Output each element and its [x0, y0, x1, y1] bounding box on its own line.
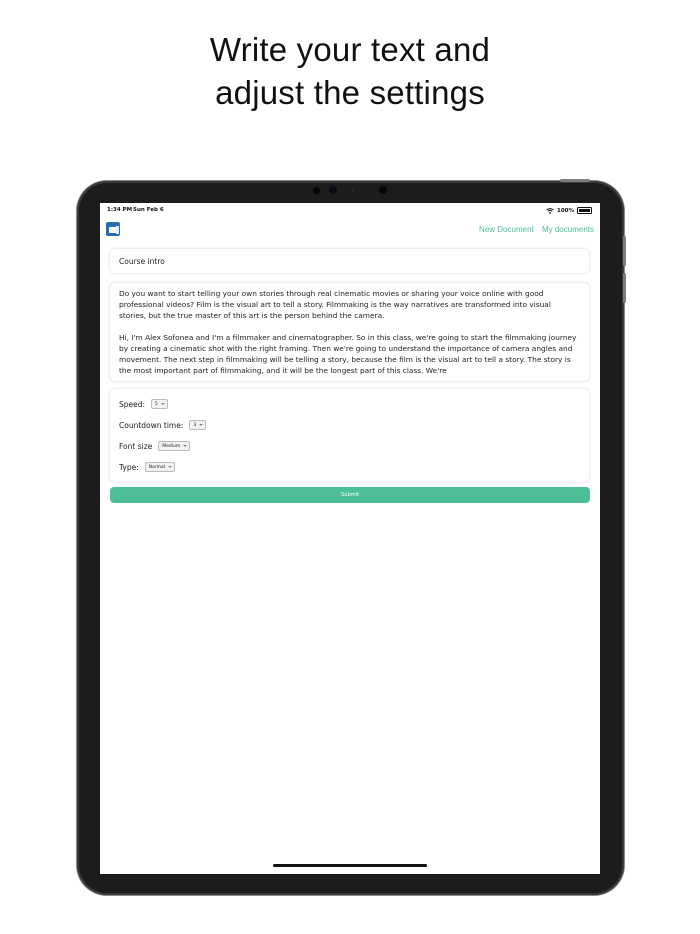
type-select-value: Normal [148, 464, 166, 470]
home-indicator[interactable] [273, 864, 427, 867]
settings-panel: Speed: 5 Countdown time: 3 Font size Med… [110, 389, 589, 482]
text-paragraph-1: Do you want to start telling your own st… [119, 289, 551, 320]
countdown-label: Countdown time: [119, 420, 184, 430]
font-size-label: Font size [119, 441, 153, 451]
status-date: Sun Feb 6 [133, 207, 164, 213]
app-logo-icon[interactable] [106, 222, 120, 236]
type-label: Type: [119, 462, 139, 472]
wifi-icon [546, 207, 554, 214]
volume-up-button [623, 236, 626, 266]
submit-button[interactable]: Submit [110, 487, 590, 503]
status-right: 100% [546, 207, 592, 214]
speed-row: Speed: 5 [119, 399, 168, 409]
type-select[interactable]: Normal [144, 462, 176, 472]
power-button [560, 179, 590, 182]
type-row: Type: Normal [119, 462, 176, 472]
chevron-down-icon [168, 466, 173, 468]
chevron-down-icon [160, 403, 165, 405]
chevron-down-icon [199, 424, 204, 426]
my-documents-link[interactable]: My documents [542, 225, 594, 234]
headline-line-2: adjust the settings [215, 74, 485, 111]
new-document-link[interactable]: New Document [479, 225, 534, 234]
speed-select[interactable]: 5 [151, 399, 168, 409]
front-camera-icon [329, 186, 337, 194]
app-screen: 1:34 PM Sun Feb 6 100% New Document My d… [100, 203, 600, 874]
headline-line-1: Write your text and [209, 31, 491, 68]
battery-percent: 100% [557, 207, 574, 214]
countdown-row: Countdown time: 3 [119, 420, 207, 430]
font-size-select[interactable]: Medium [158, 441, 191, 451]
countdown-select[interactable]: 3 [189, 420, 207, 430]
top-nav: New Document My documents [473, 225, 594, 234]
indicator-dot [351, 189, 354, 192]
sensor-icon [313, 187, 320, 194]
status-bar: 1:34 PM Sun Feb 6 100% [100, 207, 600, 217]
font-size-row: Font size Medium [119, 441, 191, 451]
sensor-icon [379, 186, 387, 194]
speed-label: Speed: [119, 399, 146, 409]
font-size-select-value: Medium [162, 443, 181, 449]
volume-down-button [623, 273, 626, 303]
document-text-area[interactable]: Do you want to start telling your own st… [110, 283, 589, 381]
speed-select-value: 5 [155, 401, 158, 407]
battery-icon [577, 207, 592, 214]
status-time: 1:34 PM [107, 207, 133, 213]
headline: Write your text and adjust the settings [0, 28, 700, 114]
camera-bar [307, 185, 397, 195]
document-title-value: Course intro [119, 257, 165, 266]
text-paragraph-2: Hi, I'm Alex Sofonea and I'm a filmmaker… [119, 333, 577, 375]
countdown-select-value: 3 [193, 422, 197, 428]
chevron-down-icon [183, 445, 188, 447]
tablet-device-frame: 1:34 PM Sun Feb 6 100% New Document My d… [77, 179, 626, 895]
document-title-field[interactable]: Course intro [110, 249, 589, 273]
